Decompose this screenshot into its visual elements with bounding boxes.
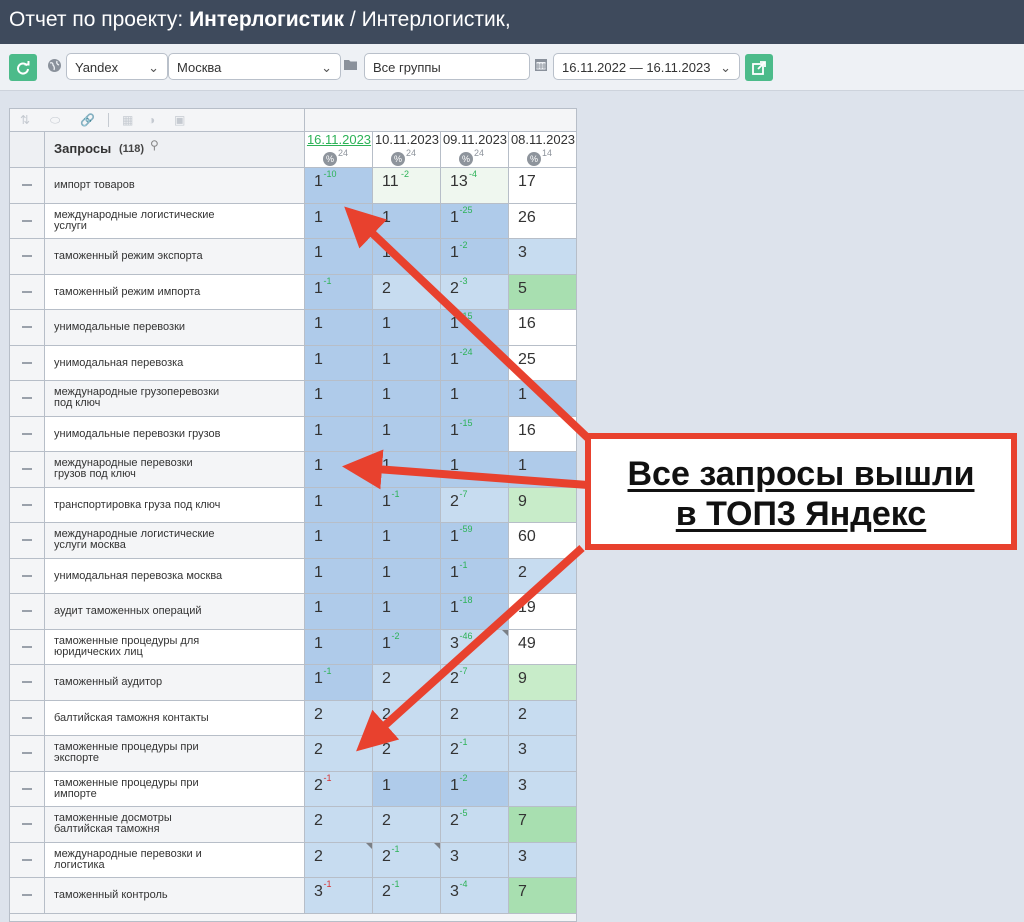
- callout-line2: в ТОП3 Яндекс: [675, 495, 927, 533]
- arrow-to-top-row: [344, 206, 593, 443]
- callout-box: Все запросы вышли в ТОП3 Яндекс: [585, 433, 1017, 550]
- callout-line1: Все запросы вышли: [627, 455, 975, 493]
- arrow-to-middle-row: [342, 449, 589, 490]
- arrow-to-bottom-row: [356, 545, 585, 752]
